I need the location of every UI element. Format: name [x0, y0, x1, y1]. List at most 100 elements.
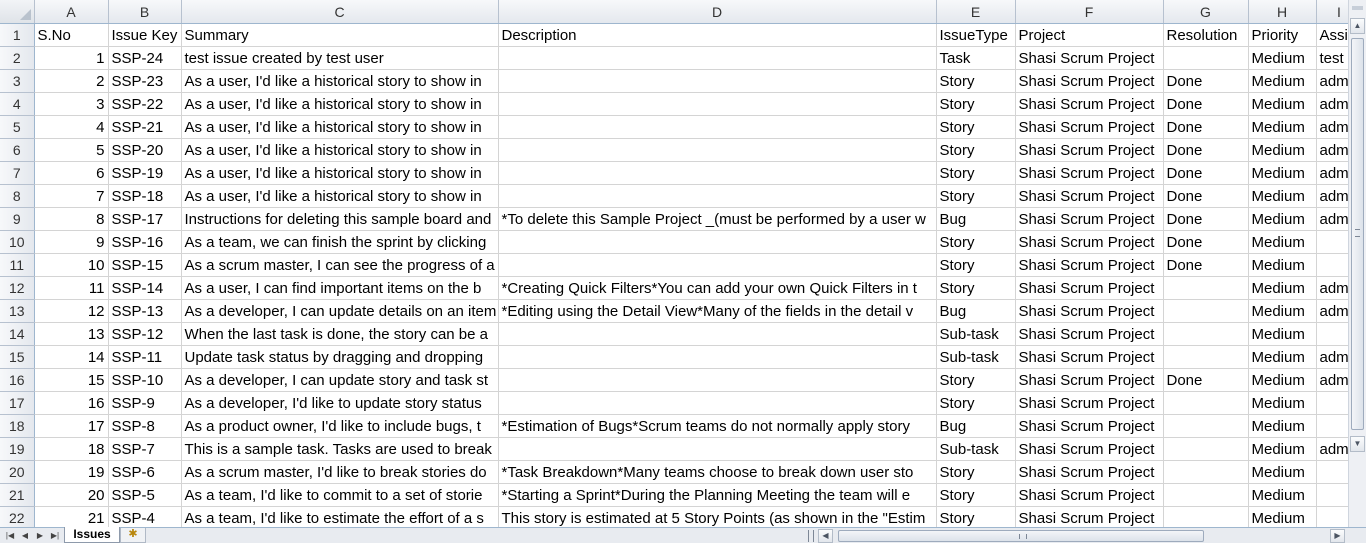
next-sheet-icon[interactable]: ▶: [34, 529, 46, 542]
cell[interactable]: [1316, 253, 1348, 277]
cell[interactable]: Medium: [1248, 299, 1317, 323]
cell[interactable]: Medium: [1248, 460, 1317, 484]
cell[interactable]: Shasi Scrum Project: [1015, 483, 1164, 507]
horizontal-scroll-thumb[interactable]: [838, 530, 1204, 542]
row-header[interactable]: 22: [0, 506, 35, 527]
scroll-down-icon[interactable]: ▼: [1350, 436, 1365, 452]
last-sheet-icon[interactable]: ▶|: [49, 529, 61, 542]
column-header-a[interactable]: A: [34, 0, 109, 24]
cell[interactable]: 6: [34, 161, 109, 185]
cell[interactable]: As a developer, I'd like to update story…: [181, 391, 499, 415]
row-header[interactable]: 19: [0, 437, 35, 461]
cell[interactable]: Story: [936, 184, 1016, 208]
cell[interactable]: Task: [936, 46, 1016, 70]
row-header[interactable]: 15: [0, 345, 35, 369]
cell[interactable]: As a team, I'd like to estimate the effo…: [181, 506, 499, 527]
cell[interactable]: SSP-12: [108, 322, 182, 346]
cell[interactable]: 9: [34, 230, 109, 254]
cell[interactable]: [498, 115, 937, 139]
cell[interactable]: test: [1316, 46, 1348, 70]
cell[interactable]: Done: [1163, 253, 1249, 277]
cell[interactable]: [1316, 506, 1348, 527]
cell[interactable]: Shasi Scrum Project: [1015, 207, 1164, 231]
cell[interactable]: [1316, 414, 1348, 438]
cell[interactable]: [498, 184, 937, 208]
cell[interactable]: 11: [34, 276, 109, 300]
cell[interactable]: As a user, I can find important items on…: [181, 276, 499, 300]
column-header-e[interactable]: E: [936, 0, 1016, 24]
cell[interactable]: Medium: [1248, 207, 1317, 231]
cell[interactable]: 7: [34, 184, 109, 208]
cell[interactable]: SSP-7: [108, 437, 182, 461]
cell[interactable]: Shasi Scrum Project: [1015, 69, 1164, 93]
cell[interactable]: As a user, I'd like a historical story t…: [181, 161, 499, 185]
cell[interactable]: 17: [34, 414, 109, 438]
insert-sheet-icon[interactable]: ✱: [120, 528, 146, 543]
cell[interactable]: Shasi Scrum Project: [1015, 299, 1164, 323]
cell[interactable]: As a team, I'd like to commit to a set o…: [181, 483, 499, 507]
cell[interactable]: [498, 230, 937, 254]
cell[interactable]: [1163, 276, 1249, 300]
cell[interactable]: Shasi Scrum Project: [1015, 46, 1164, 70]
row-header[interactable]: 20: [0, 460, 35, 484]
cell[interactable]: 15: [34, 368, 109, 392]
cell[interactable]: Medium: [1248, 414, 1317, 438]
cell[interactable]: SSP-5: [108, 483, 182, 507]
cell[interactable]: Shasi Scrum Project: [1015, 322, 1164, 346]
cell[interactable]: [1163, 322, 1249, 346]
cell[interactable]: [1163, 414, 1249, 438]
vertical-scroll-thumb[interactable]: [1351, 38, 1364, 430]
spreadsheet-grid[interactable]: ABCDEFGHI 1 S.No Issue Key Summary Descripti…: [0, 0, 1348, 527]
row-header[interactable]: 8: [0, 184, 35, 208]
horizontal-scrollbar[interactable]: ◀ ▶: [818, 529, 1348, 543]
row-header[interactable]: 13: [0, 299, 35, 323]
cell[interactable]: Shasi Scrum Project: [1015, 115, 1164, 139]
cell[interactable]: [498, 368, 937, 392]
cell[interactable]: [1163, 345, 1249, 369]
cell[interactable]: SSP-6: [108, 460, 182, 484]
row-header[interactable]: 3: [0, 69, 35, 93]
cell[interactable]: *To delete this Sample Project _(must be…: [498, 207, 937, 231]
cell[interactable]: Resolution: [1163, 23, 1249, 47]
cell[interactable]: [1163, 506, 1249, 527]
cell[interactable]: admin: [1316, 437, 1348, 461]
cell[interactable]: Done: [1163, 92, 1249, 116]
cell[interactable]: [498, 46, 937, 70]
cell[interactable]: [1316, 391, 1348, 415]
cell[interactable]: 18: [34, 437, 109, 461]
row-header[interactable]: 7: [0, 161, 35, 185]
cell[interactable]: 1: [34, 46, 109, 70]
cell[interactable]: Shasi Scrum Project: [1015, 414, 1164, 438]
cell[interactable]: 10: [34, 253, 109, 277]
row-header[interactable]: 14: [0, 322, 35, 346]
column-header-h[interactable]: H: [1248, 0, 1317, 24]
cell[interactable]: Sub-task: [936, 437, 1016, 461]
cell[interactable]: Story: [936, 138, 1016, 162]
cell[interactable]: Update task status by dragging and dropp…: [181, 345, 499, 369]
cell[interactable]: [1316, 460, 1348, 484]
cell[interactable]: admin: [1316, 115, 1348, 139]
select-all-corner[interactable]: [0, 0, 35, 24]
cell[interactable]: Medium: [1248, 506, 1317, 527]
cell[interactable]: Medium: [1248, 138, 1317, 162]
scroll-right-icon[interactable]: ▶: [1330, 529, 1345, 543]
cell[interactable]: Shasi Scrum Project: [1015, 368, 1164, 392]
cell[interactable]: SSP-18: [108, 184, 182, 208]
cell[interactable]: admin: [1316, 368, 1348, 392]
cell[interactable]: 5: [34, 138, 109, 162]
row-header[interactable]: 17: [0, 391, 35, 415]
cell[interactable]: Medium: [1248, 253, 1317, 277]
row-header[interactable]: 9: [0, 207, 35, 231]
cell[interactable]: As a scrum master, I'd like to break sto…: [181, 460, 499, 484]
cell[interactable]: Done: [1163, 138, 1249, 162]
column-header-c[interactable]: C: [181, 0, 499, 24]
cell[interactable]: [498, 437, 937, 461]
row-header[interactable]: 18: [0, 414, 35, 438]
cell[interactable]: [1163, 460, 1249, 484]
cell[interactable]: Story: [936, 391, 1016, 415]
row-header[interactable]: 6: [0, 138, 35, 162]
cell[interactable]: S.No: [34, 23, 109, 47]
cell[interactable]: SSP-4: [108, 506, 182, 527]
cell[interactable]: [1163, 299, 1249, 323]
cell[interactable]: admin: [1316, 207, 1348, 231]
